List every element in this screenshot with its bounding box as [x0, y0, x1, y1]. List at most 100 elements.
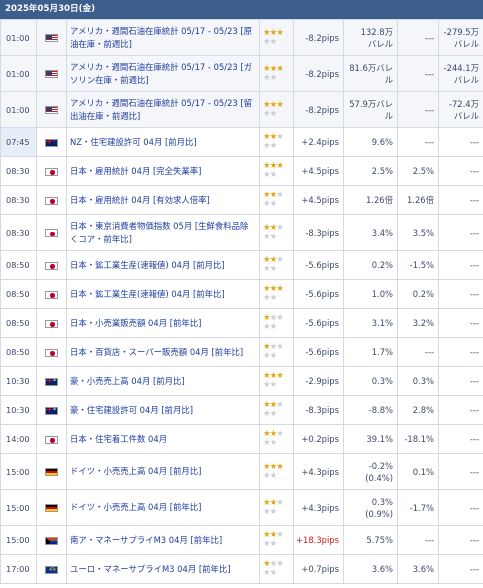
previous-value: 2.5% — [343, 156, 398, 186]
forecast-value: 1.26倍 — [397, 185, 439, 215]
event-row[interactable]: 17:00 ユーロ・マネーサプライM3 04月 [前年比] ★★★★★ +0.7pip… — [0, 554, 483, 584]
pips-value: +4.5pips — [293, 185, 344, 215]
forecast-value: 2.8% — [397, 395, 439, 425]
previous-text: (0.4%) — [365, 472, 393, 483]
actual-text: --- — [469, 405, 479, 415]
event-row[interactable]: 08:30 日本・雇用統計 04月 [有効求人倍率] ★★★ ★★ +4.5pips 1.… — [0, 185, 483, 215]
actual-value: --- — [438, 250, 483, 280]
event-time-text: 15:00 — [6, 466, 30, 477]
star-icon: ★ — [276, 559, 284, 569]
star-icon: ★ — [263, 409, 271, 419]
forecast-value: --- — [397, 525, 439, 555]
pips-value: -8.2pips — [293, 55, 344, 92]
event-name-link: 日本・百貨店・スーパー販売額 04月 [前年比] — [70, 346, 244, 357]
us-flag-icon — [45, 34, 58, 42]
importance-stars: ★★★ ★★ — [259, 308, 294, 338]
star-icon: ★ — [263, 351, 271, 361]
flag-cell — [36, 366, 67, 396]
event-row[interactable]: 14:00 日本・住宅着工件数 04月 ★★★ ★★ +0.2pips 39.1% -18.… — [0, 424, 483, 454]
event-row[interactable]: 08:30 日本・雇用統計 04月 [完全失業率] ★★★ ★★ +4.5pips 2.5… — [0, 156, 483, 186]
star-icon: ★ — [263, 36, 271, 47]
event-time: 01:00 — [0, 91, 37, 128]
star-icon: ★ — [263, 470, 271, 481]
event-time: 08:50 — [0, 279, 37, 309]
event-row[interactable]: 15:00 ドイツ・小売売上高 04月 [前年比] ★★★ ★★ +4.3pips 0.3… — [0, 489, 483, 526]
pips-text: -8.2pips — [305, 68, 339, 79]
event-name[interactable]: ドイツ・小売売上高 04月 [前月比] — [66, 453, 260, 490]
flag-cell — [36, 424, 67, 454]
star-icon: ★ — [263, 231, 271, 242]
star-icon: ★ — [263, 199, 271, 209]
forecast-text: 0.1% — [412, 466, 434, 477]
event-row[interactable]: 10:30 豪・小売売上高 04月 [前月比] ★★★★★ -2.9pips 0.3% 0… — [0, 366, 483, 396]
forecast-text: --- — [424, 32, 434, 43]
event-row[interactable]: 08:30 日本・東京消費者物価指数 05月 [生鮮食料品除くコア・前年比] ★★★… — [0, 214, 483, 251]
actual-text: --- — [469, 137, 479, 147]
previous-value: 1.26倍 — [343, 185, 398, 215]
event-name-link: NZ・住宅建設許可 04月 [前月比] — [70, 136, 197, 147]
event-row[interactable]: 08:50 日本・百貨店・スーパー販売額 04月 [前年比] ★★★ ★★ -5.6pi… — [0, 337, 483, 367]
event-row[interactable]: 15:00 ドイツ・小売売上高 04月 [前月比] ★★★ ★★ +4.3pips -0.… — [0, 453, 483, 490]
de-flag-icon — [45, 504, 58, 512]
event-name[interactable]: NZ・住宅建設許可 04月 [前月比] — [66, 127, 260, 157]
event-row[interactable]: 15:00 南ア・マネーサプライM3 04月 [前年比] ★★★ ★★ +18.3pip… — [0, 525, 483, 555]
event-name[interactable]: 日本・百貨店・スーパー販売額 04月 [前年比] — [66, 337, 260, 367]
star-icon: ★ — [269, 141, 278, 151]
importance-stars: ★★★ ★★ — [259, 127, 294, 157]
us-flag-icon — [45, 106, 58, 114]
event-name-link: 日本・鉱工業生産(速報値) 04月 [前年比] — [70, 288, 225, 299]
pips-value: +4.3pips — [293, 453, 344, 490]
event-row[interactable]: 01:00 アメリカ・週間石油在庫統計 05/17 - 05/23 [ガソリン在庫… — [0, 55, 483, 92]
importance-stars: ★★★ ★★ — [259, 19, 294, 56]
event-name[interactable]: 南ア・マネーサプライM3 04月 [前年比] — [66, 525, 260, 555]
previous-value: 3.6% — [343, 554, 398, 584]
event-name[interactable]: 豪・住宅建設許可 04月 [前月比] — [66, 395, 260, 425]
pips-text: -5.6pips — [305, 318, 339, 328]
previous-text: バレル — [367, 38, 393, 49]
event-row[interactable]: 07:45 NZ・住宅建設許可 04月 [前月比] ★★★★★ +2.4pips 9.6… — [0, 127, 483, 157]
event-name[interactable]: 豪・小売売上高 04月 [前月比] — [66, 366, 260, 396]
event-row[interactable]: 08:50 日本・鉱工業生産(速報値) 04月 [前年比] ★★★ ★★ -5.6pip… — [0, 279, 483, 309]
event-name-link: 日本・東京消費者物価指数 05月 [生鮮食料品除くコア・前年比] — [70, 220, 249, 244]
event-name[interactable]: アメリカ・週間石油在庫統計 05/17 - 05/23 [原油在庫・前週比] — [66, 19, 260, 56]
actual-value: --- — [438, 308, 483, 338]
event-name[interactable]: 日本・東京消費者物価指数 05月 [生鮮食料品除くコア・前年比] — [66, 214, 260, 251]
event-time-text: 08:30 — [6, 166, 30, 176]
event-time-text: 01:00 — [6, 32, 30, 43]
star-icon: ★ — [276, 99, 284, 110]
event-name[interactable]: 日本・鉱工業生産(速報値) 04月 [前年比] — [66, 279, 260, 309]
event-row[interactable]: 08:50 日本・鉱工業生産(速報値) 04月 [前月比] ★★★ ★★ -5.6pip… — [0, 250, 483, 280]
event-name[interactable]: 日本・雇用統計 04月 [有効求人倍率] — [66, 185, 260, 215]
event-name[interactable]: アメリカ・週間石油在庫統計 05/17 - 05/23 [留出油在庫・前週比] — [66, 91, 260, 128]
importance-stars: ★★★ ★★ — [259, 525, 294, 555]
previous-value: 9.6% — [343, 127, 398, 157]
star-icon: ★ — [276, 255, 284, 265]
event-name[interactable]: 日本・雇用統計 04月 [完全失業率] — [66, 156, 260, 186]
previous-value: 1.0% — [343, 279, 398, 309]
previous-value: 132.8万 バレル — [343, 19, 398, 56]
event-name[interactable]: ユーロ・マネーサプライM3 04月 [前年比] — [66, 554, 260, 584]
actual-value: -72.4万 バレル — [438, 91, 483, 128]
forecast-text: 2.5% — [412, 166, 434, 176]
event-name[interactable]: アメリカ・週間石油在庫統計 05/17 - 05/23 [ガソリン在庫・前週比] — [66, 55, 260, 92]
pips-text: -2.9pips — [305, 376, 339, 386]
event-row[interactable]: 10:30 豪・住宅建設許可 04月 [前月比] ★★★★★ -8.3pips -8.8… — [0, 395, 483, 425]
pips-value: -5.6pips — [293, 279, 344, 309]
event-name[interactable]: 日本・小売業販売額 04月 [前年比] — [66, 308, 260, 338]
event-row[interactable]: 01:00 アメリカ・週間石油在庫統計 05/17 - 05/23 [原油在庫・前… — [0, 19, 483, 56]
forecast-text: -18.1% — [404, 434, 434, 444]
event-row[interactable]: 08:50 日本・小売業販売額 04月 [前年比] ★★★ ★★ -5.6pips 3.1… — [0, 308, 483, 338]
star-icon: ★ — [276, 530, 284, 540]
event-name-link: 豪・小売売上高 04月 [前月比] — [70, 375, 185, 386]
event-name[interactable]: 日本・住宅着工件数 04月 — [66, 424, 260, 454]
star-icon: ★ — [269, 568, 278, 578]
event-name[interactable]: 日本・鉱工業生産(速報値) 04月 [前月比] — [66, 250, 260, 280]
forecast-text: -1.7% — [409, 502, 434, 513]
event-time: 08:30 — [0, 185, 37, 215]
event-row[interactable]: 01:00 アメリカ・週間石油在庫統計 05/17 - 05/23 [留出油在庫・… — [0, 91, 483, 128]
importance-stars: ★★★ ★★ — [259, 424, 294, 454]
forecast-text: 2.8% — [412, 405, 434, 415]
previous-value: 0.3% — [343, 366, 398, 396]
event-name[interactable]: ドイツ・小売売上高 04月 [前年比] — [66, 489, 260, 526]
flag-cell — [36, 489, 67, 526]
